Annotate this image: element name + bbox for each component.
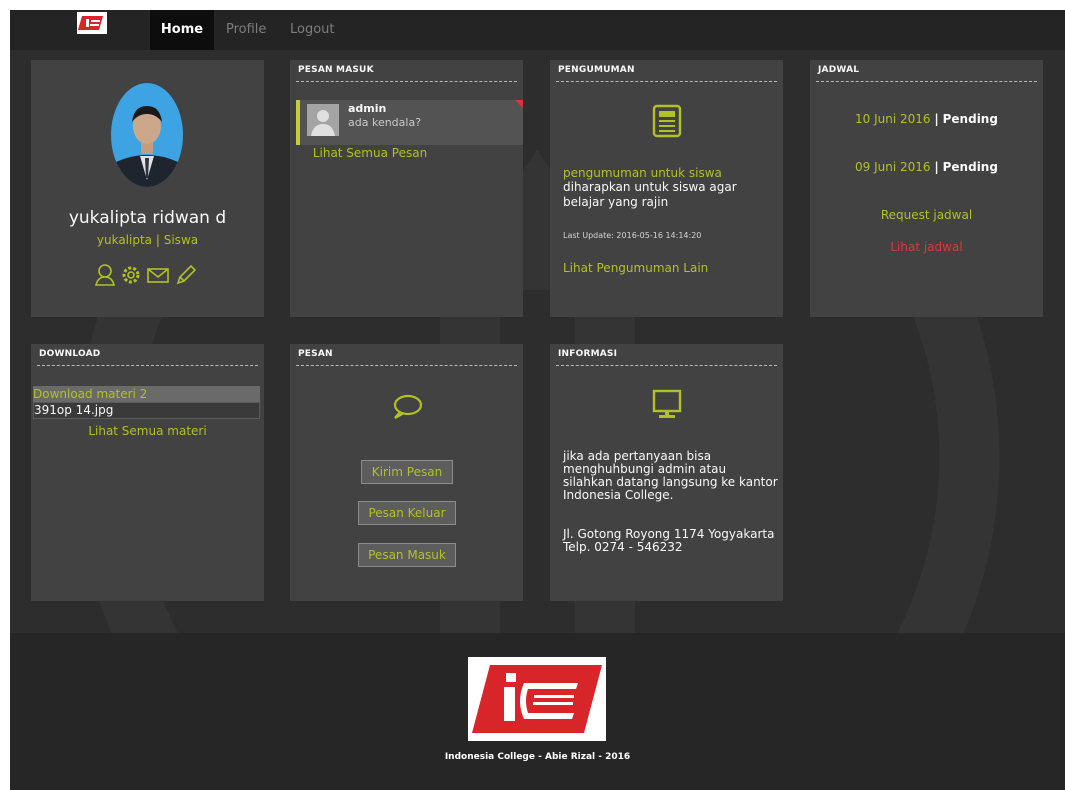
announcement-panel: PENGUMUMAN pengumuman untuk siswa dihara…	[550, 60, 783, 317]
avatar	[111, 83, 183, 187]
info-contact: Jl. Gotong Royong 1174 Yogyakarta Telp. …	[563, 528, 778, 554]
footer: Indonesia College - Abie Rizal - 2016	[10, 633, 1065, 790]
schedule-date: 09 Juni 2016	[855, 160, 931, 174]
info-title: INFORMASI	[558, 349, 618, 359]
monitor-icon	[652, 389, 682, 418]
gear-icon[interactable]	[120, 263, 142, 287]
newspaper-icon	[652, 104, 682, 138]
download-item[interactable]: Download materi 2	[33, 386, 260, 402]
sent-messages-button[interactable]: Pesan Keluar	[358, 501, 456, 525]
schedule-separator: |	[934, 160, 939, 174]
info-body: jika ada pertanyaan bisa menghuhbungi ad…	[563, 449, 778, 502]
app-frame: Home Profile Logout yukalipta ridwan d y…	[10, 10, 1065, 790]
schedule-status: Pending	[942, 112, 998, 126]
info-phone: Telp. 0274 - 546232	[563, 540, 683, 554]
ic-logo-small[interactable]	[77, 12, 107, 34]
profile-panel: yukalipta ridwan d yukalipta | Siswa	[31, 60, 264, 317]
nav-profile[interactable]: Profile	[226, 10, 266, 50]
ic-logo	[468, 657, 606, 741]
profile-role-line: yukalipta | Siswa	[31, 233, 264, 247]
footer-credit: Indonesia College - Abie Rizal - 2016	[444, 752, 631, 762]
announcement-body: diharapkan untuk siswa agar belajar yang…	[563, 180, 737, 209]
pencil-icon[interactable]	[174, 263, 198, 287]
announcement-divider	[556, 81, 777, 82]
message-sender: admin	[348, 102, 387, 115]
download-title: DOWNLOAD	[39, 349, 101, 359]
schedule-status: Pending	[942, 160, 998, 174]
announcement-headline: pengumuman untuk siswa	[563, 166, 722, 180]
schedule-entry[interactable]: 09 Juni 2016 | Pending	[810, 160, 1043, 174]
more-announcements-link[interactable]: Lihat Pengumuman Lain	[563, 261, 708, 275]
user-icon[interactable]	[94, 263, 116, 287]
view-schedule-link[interactable]: Lihat jadwal	[810, 240, 1043, 254]
profile-name: yukalipta ridwan d	[68, 208, 227, 228]
info-divider	[556, 365, 777, 366]
message-title: PESAN	[298, 349, 333, 359]
schedule-title: JADWAL	[818, 65, 860, 75]
message-panel: PESAN Kirim Pesan Pesan Keluar Pesan Mas…	[290, 344, 523, 601]
schedule-separator: |	[934, 112, 939, 126]
schedule-panel: JADWAL 10 Juni 2016 | Pending 09 Juni 20…	[810, 60, 1043, 317]
profile-role: Siswa	[163, 233, 199, 247]
download-item[interactable]: 391op 14.jpg	[33, 402, 260, 419]
announcement-title: PENGUMUMAN	[558, 65, 635, 75]
announcement-last-update: Last Update: 2016-05-16 14:14:20	[563, 231, 702, 240]
top-navbar: Home Profile Logout	[10, 10, 1065, 50]
view-all-materials-link[interactable]: Lihat Semua materi	[31, 424, 264, 438]
sender-avatar	[307, 104, 339, 136]
schedule-divider	[816, 81, 1037, 82]
info-panel: INFORMASI jika ada pertanyaan bisa mengh…	[550, 344, 783, 601]
message-accent-bar	[296, 100, 300, 145]
nav-logout[interactable]: Logout	[290, 10, 335, 50]
inbox-divider	[296, 81, 517, 82]
schedule-date: 10 Juni 2016	[855, 112, 931, 126]
inbox-title: PESAN MASUK	[298, 65, 374, 75]
message-divider	[296, 365, 517, 366]
download-panel: DOWNLOAD Download materi 2 391op 14.jpg …	[31, 344, 264, 601]
send-message-button[interactable]: Kirim Pesan	[361, 460, 453, 484]
nav-home[interactable]: Home	[150, 10, 214, 50]
inbox-panel: PESAN MASUK admin ada kendala? Lihat Sem…	[290, 60, 523, 317]
message-item[interactable]: admin ada kendala?	[296, 100, 523, 145]
mail-icon[interactable]	[146, 263, 170, 287]
request-schedule-link[interactable]: Request jadwal	[810, 208, 1043, 222]
message-preview: ada kendala?	[348, 116, 422, 129]
profile-username: yukalipta	[96, 233, 153, 247]
inbox-messages-button[interactable]: Pesan Masuk	[358, 543, 456, 567]
profile-separator: |	[155, 233, 160, 247]
chat-bubble-icon	[393, 394, 422, 419]
unread-marker	[515, 100, 523, 108]
view-all-messages-link[interactable]: Lihat Semua Pesan	[290, 146, 450, 160]
download-divider	[37, 365, 258, 366]
profile-actions	[94, 263, 204, 287]
schedule-entry[interactable]: 10 Juni 2016 | Pending	[810, 112, 1043, 126]
